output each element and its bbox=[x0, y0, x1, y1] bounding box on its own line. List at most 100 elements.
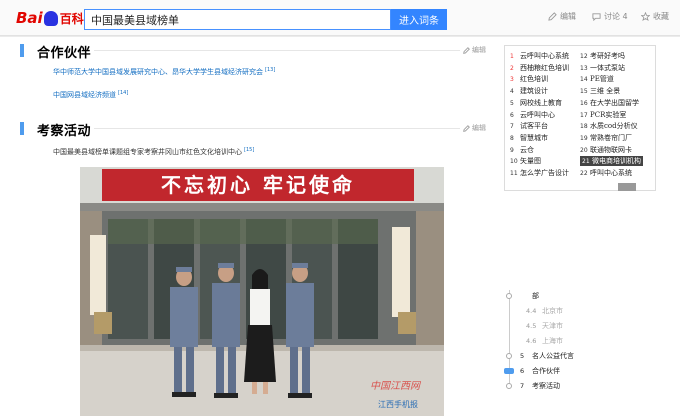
hot-list-rank: 19 bbox=[580, 134, 588, 142]
search-input[interactable] bbox=[84, 9, 391, 30]
hot-list-item[interactable]: 18 水质cod分析仪 bbox=[580, 121, 638, 131]
photo-scene: 不忘初心 牢记使命 中国江西网 江西手机报 bbox=[80, 167, 444, 416]
hot-list-item[interactable]: 2 西柚粮红色培训 bbox=[510, 63, 569, 73]
partner-link[interactable]: 华中师范大学中国县域发展研究中心、昂华大学学生县域经济研究会 bbox=[53, 68, 263, 76]
hot-list-label: 水质cod分析仪 bbox=[590, 122, 638, 131]
paragraph-text: 中国最美县域榜单课题组专家考察井冈山市红色文化培训中心 bbox=[53, 148, 242, 156]
hot-list-item[interactable]: 15 三维 全景 bbox=[580, 86, 620, 96]
hot-list-rank: 11 bbox=[510, 170, 518, 177]
enter-entry-button[interactable]: 进入词条 bbox=[391, 9, 447, 30]
pencil-icon bbox=[463, 124, 470, 132]
hot-list-label: 网校线上教育 bbox=[520, 98, 562, 107]
reference-mark[interactable]: [14] bbox=[118, 90, 128, 96]
hot-list-rank: 7 bbox=[510, 123, 514, 131]
hot-list-label: 一体式泵站 bbox=[590, 63, 625, 72]
toc-item[interactable]: 4.4 北京市 bbox=[526, 306, 563, 316]
hot-list-label: 三维 全景 bbox=[590, 87, 621, 96]
toc-marker bbox=[506, 293, 512, 299]
edit-action[interactable]: 编辑 bbox=[548, 11, 576, 22]
toc-number: 7 bbox=[520, 382, 525, 390]
toc-label: 北京市 bbox=[542, 307, 563, 315]
hot-list-label: 在大学出国留学 bbox=[590, 98, 639, 107]
star-icon bbox=[641, 12, 650, 21]
toc-number: 6 bbox=[520, 367, 525, 375]
logo-baike-text: 百科 bbox=[59, 11, 84, 26]
baike-logo[interactable]: Bai 百科 bbox=[16, 7, 84, 29]
toc-marker bbox=[504, 368, 514, 374]
hot-list-rank: 15 bbox=[580, 88, 588, 96]
toc-item[interactable]: 部 bbox=[520, 291, 539, 301]
hot-list-rank: 14 bbox=[580, 76, 588, 84]
hot-list-item[interactable]: 16 在大学出国留学 bbox=[580, 98, 639, 108]
hot-list-label: 微电商培训机构 bbox=[592, 157, 641, 166]
section-edit-button[interactable]: 编辑 bbox=[463, 45, 486, 55]
hot-list-rank: 1 bbox=[510, 53, 514, 60]
hot-list-item[interactable]: 4 建筑设计 bbox=[510, 86, 548, 96]
toc-label: 上海市 bbox=[542, 337, 563, 345]
hot-list-label: 红色培训 bbox=[520, 75, 548, 84]
hot-list-label: 联通物联网卡 bbox=[590, 145, 632, 154]
hot-list-rank: 4 bbox=[510, 88, 514, 96]
hot-list-label: PE管道 bbox=[590, 75, 614, 84]
hot-list-rank: 10 bbox=[510, 158, 518, 166]
favorite-action-label: 收藏 bbox=[653, 12, 669, 21]
inspection-photo[interactable]: 不忘初心 牢记使命 中国江西网 江西手机报 bbox=[80, 167, 444, 416]
toc-item[interactable]: 7 考察活动 bbox=[520, 381, 560, 391]
discussion-action[interactable]: 讨论 4 bbox=[592, 11, 628, 22]
toc-marker bbox=[506, 353, 512, 359]
toc-number: 4.5 bbox=[526, 322, 537, 330]
hot-list-label: 矢量图 bbox=[520, 157, 541, 166]
partner-link[interactable]: 中国网县域经济频道 bbox=[53, 91, 116, 99]
banner-text: 不忘初心 牢记使命 bbox=[161, 173, 355, 197]
section-title-inspection: 考察活动 bbox=[37, 124, 92, 139]
toc-label: 名人公益代言 bbox=[532, 352, 574, 360]
toc-number: 4.4 bbox=[526, 307, 537, 315]
hot-list-item[interactable]: 20 联通物联网卡 bbox=[580, 145, 632, 155]
hot-list-item[interactable]: 8 智慧城市 bbox=[510, 133, 548, 143]
hot-list-item[interactable]: 22 呼叫中心系统 bbox=[580, 168, 632, 178]
ad-badge bbox=[618, 183, 636, 191]
hot-list-item[interactable]: 12 考研好考吗 bbox=[580, 51, 625, 61]
discussion-icon bbox=[592, 13, 601, 21]
hot-list-item[interactable]: 17 PCR实验室 bbox=[580, 110, 626, 120]
reference-mark[interactable]: [13] bbox=[265, 67, 275, 73]
top-bar: Bai 百科 进入词条 编辑 讨论 4 收藏 bbox=[0, 0, 680, 36]
section-marker bbox=[20, 44, 24, 57]
section-edit-button[interactable]: 编辑 bbox=[463, 123, 486, 133]
hot-list-label: 云仓 bbox=[520, 145, 534, 154]
hot-list-item[interactable]: 7 试客平台 bbox=[510, 121, 548, 131]
hot-list-rank: 2 bbox=[510, 64, 514, 72]
watermark-mobile: 江西手机报 bbox=[378, 399, 418, 409]
edit-action-label: 编辑 bbox=[560, 12, 576, 21]
hot-list-item[interactable]: 13 一体式泵站 bbox=[580, 63, 625, 73]
toc-item[interactable]: 5 名人公益代言 bbox=[520, 351, 574, 361]
hot-list-item[interactable]: 10 矢量图 bbox=[510, 156, 541, 166]
toc-item[interactable]: 6 合作伙伴 bbox=[520, 366, 560, 376]
hot-list-rank: 13 bbox=[580, 64, 588, 72]
watermark-site: 中国江西网 bbox=[370, 380, 422, 392]
hot-list-item[interactable]: 6 云呼叫中心 bbox=[510, 110, 555, 120]
section-edit-label: 编辑 bbox=[472, 124, 486, 132]
hot-list-item[interactable]: 11 怎么学广告设计 bbox=[510, 168, 569, 178]
section-divider bbox=[94, 50, 460, 51]
pencil-icon bbox=[548, 12, 557, 21]
hot-list-item[interactable]: 14 PE管道 bbox=[580, 74, 614, 84]
hot-list-rank: 3 bbox=[510, 76, 514, 84]
toc-item[interactable]: 4.5 天津市 bbox=[526, 321, 563, 331]
hot-list-label: 怎么学广告设计 bbox=[520, 169, 569, 177]
hot-list-item[interactable]: 5 网校线上教育 bbox=[510, 98, 562, 108]
toc-label: 天津市 bbox=[542, 322, 563, 330]
toc-number: 5 bbox=[520, 352, 525, 360]
hot-list-label: 云呼叫中心系统 bbox=[520, 52, 569, 60]
hot-list-item[interactable]: 21 微电商培训机构 bbox=[580, 156, 643, 167]
hot-list-item[interactable]: 19 常熟卷帘门厂 bbox=[580, 133, 632, 143]
paragraph: 中国最美县域榜单课题组专家考察井冈山市红色文化培训中心 [15] bbox=[53, 147, 254, 157]
hot-list-item[interactable]: 3 红色培训 bbox=[510, 74, 548, 84]
toc-label: 考察活动 bbox=[532, 382, 560, 390]
favorite-action[interactable]: 收藏 bbox=[641, 11, 669, 22]
hot-list-item[interactable]: 9 云仓 bbox=[510, 145, 534, 155]
toc-item[interactable]: 4.6 上海市 bbox=[526, 336, 563, 346]
reference-mark[interactable]: [15] bbox=[244, 147, 254, 153]
hot-list-label: 智慧城市 bbox=[520, 133, 548, 142]
hot-list-item[interactable]: 1 云呼叫中心系统 bbox=[510, 51, 569, 61]
